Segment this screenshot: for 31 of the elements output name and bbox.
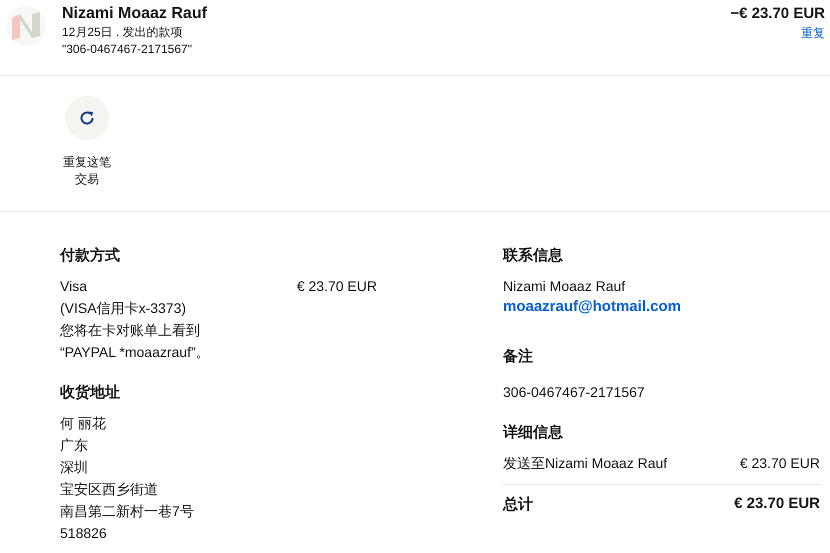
statement-note: 您将在卡对账单上看到: [60, 321, 201, 340]
note-text: 306-0467467-2171567: [503, 383, 646, 402]
merchant-name: Nizami Moaaz Rauf: [62, 4, 208, 24]
section-title: 备注: [503, 347, 534, 367]
total-amount: € 23.70 EUR: [734, 495, 820, 514]
refresh-icon: [78, 109, 96, 127]
item-amount: € 23.70 EUR: [740, 454, 820, 473]
card-number: (VISA信用卡x-3373): [60, 299, 188, 318]
merchant-logo: [6, 6, 46, 46]
statement-name: “PAYPAL *moaazrauf”。: [60, 343, 211, 362]
transaction-reference: "306-0467467-2171567": [62, 41, 193, 58]
email-link[interactable]: moaazrauf@hotmail.com: [503, 298, 681, 315]
payment-method: Visa: [60, 277, 87, 296]
contact-name: Nizami Moaaz Rauf: [503, 277, 626, 296]
section-title: 付款方式: [60, 246, 121, 266]
address-line: 广东: [60, 436, 89, 455]
section-title: 收货地址: [60, 383, 121, 403]
address-line: 何 丽花: [60, 414, 107, 433]
transaction-date: 12月25日 . 发出的款项: [62, 24, 184, 41]
repeat-link[interactable]: 重复: [801, 25, 825, 42]
section-title: 详细信息: [503, 423, 564, 443]
repeat-transaction-button[interactable]: 重复这笔交易: [60, 96, 114, 188]
address-line: 深圳: [60, 458, 89, 477]
section-title: 联系信息: [503, 246, 564, 266]
address-line: 宝安区西乡街道: [60, 480, 159, 499]
total-label: 总计: [503, 495, 533, 514]
address-line: 518826: [60, 524, 108, 543]
address-line: 南昌第二新村一巷7号: [60, 502, 195, 521]
transaction-amount: −€ 23.70 EUR: [730, 4, 825, 24]
payment-amount: € 23.70 EUR: [296, 277, 377, 296]
item-description: 发送至Nizami Moaaz Rauf: [503, 454, 668, 473]
